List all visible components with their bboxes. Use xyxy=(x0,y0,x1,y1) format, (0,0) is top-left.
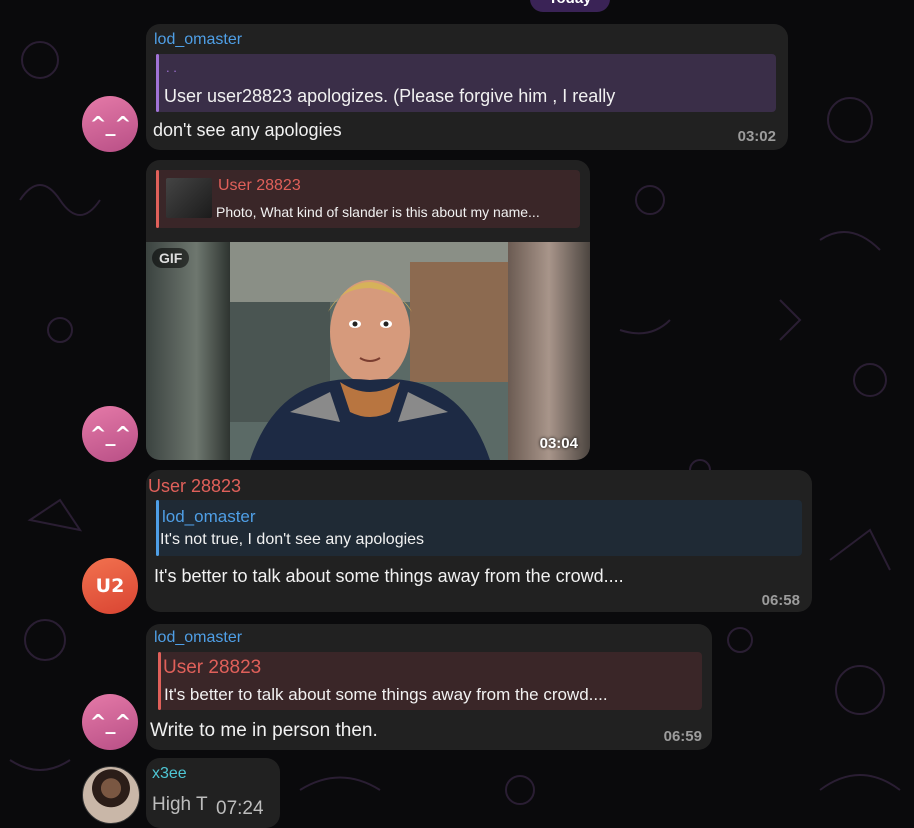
reply-text: Photo, What kind of slander is this abou… xyxy=(216,204,540,220)
sender-name[interactable]: x3ee xyxy=(152,765,187,783)
reply-bar xyxy=(158,652,161,710)
message-text: It's better to talk about some things aw… xyxy=(154,566,624,586)
message-time: 07:24 xyxy=(216,798,264,819)
reply-preview[interactable]: . . User user28823 apologizes. (Please f… xyxy=(156,54,776,112)
avatar[interactable]: ^_^ xyxy=(82,694,138,750)
reply-text: It's better to talk about some things aw… xyxy=(164,685,608,704)
message-bubble[interactable]: lod_omaster User 28823 It's better to ta… xyxy=(146,624,712,750)
gif-frame xyxy=(230,242,508,460)
reply-header: . . xyxy=(166,60,177,75)
message-text: Write to me in person then. xyxy=(150,720,378,741)
message-text: High T xyxy=(152,794,208,815)
sender-name[interactable]: User 28823 xyxy=(148,476,241,497)
message-time: 06:59 xyxy=(663,728,702,745)
message-bubble[interactable]: lod_omaster . . User user28823 apologize… xyxy=(146,24,788,150)
message-text: don't see any apologies xyxy=(153,120,342,140)
message-time: 03:04 xyxy=(539,435,578,452)
sender-name[interactable]: lod_omaster xyxy=(154,629,242,647)
date-separator: Today xyxy=(530,0,610,12)
reply-preview[interactable]: User 28823 Photo, What kind of slander i… xyxy=(156,170,580,228)
gif-media[interactable]: GIF 03:04 xyxy=(146,242,590,460)
reply-sender: User 28823 xyxy=(218,177,301,194)
message-bubble[interactable]: User 28823 Photo, What kind of slander i… xyxy=(146,160,590,460)
reply-bar xyxy=(156,500,159,556)
reply-bar xyxy=(156,170,159,228)
reply-preview[interactable]: lod_omaster It's not true, I don't see a… xyxy=(156,500,802,556)
reply-text: It's not true, I don't see any apologies xyxy=(160,531,425,548)
message-bubble[interactable]: User 28823 lod_omaster It's not true, I … xyxy=(146,470,812,612)
avatar[interactable]: ^_^ xyxy=(82,406,138,462)
message-time: 06:58 xyxy=(761,592,800,609)
reply-thumbnail xyxy=(166,178,212,218)
sender-name[interactable]: lod_omaster xyxy=(154,31,242,49)
reply-text: User user28823 apologizes. (Please forgi… xyxy=(164,86,616,106)
reply-sender: lod_omaster xyxy=(162,507,256,526)
avatar[interactable]: U2 xyxy=(82,558,138,614)
reply-sender: User 28823 xyxy=(163,657,262,678)
avatar[interactable] xyxy=(82,766,140,824)
message-bubble[interactable]: x3ee High T 07:24 xyxy=(146,758,280,828)
message-time: 03:02 xyxy=(737,128,776,145)
reply-bar xyxy=(156,54,159,112)
gif-badge: GIF xyxy=(152,248,190,268)
reply-preview[interactable]: User 28823 It's better to talk about som… xyxy=(158,652,702,710)
avatar[interactable]: ^_^ xyxy=(82,96,138,152)
